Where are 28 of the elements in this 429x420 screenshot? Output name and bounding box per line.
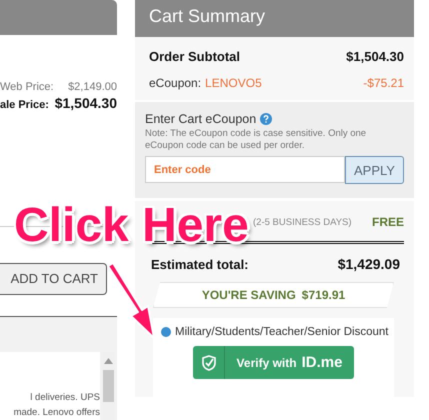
shipping-label: (2-5 BUSINESS DAYS)	[253, 216, 352, 228]
coupon-field[interactable]: Enter code	[145, 156, 345, 183]
coupon-note: Note: The eCoupon code is case sensitive. Only one eCoupon code can be used per order.	[145, 128, 368, 152]
total-label: Estimated total:	[151, 257, 249, 272]
price-value: $1,504.30	[54, 94, 117, 111]
price-value: $2,149.00	[68, 80, 117, 93]
discount-value: -$75.21	[363, 76, 404, 90]
ecoupon-code: LENOVO5	[205, 76, 263, 90]
shield-check-icon	[202, 354, 216, 370]
add-to-cart-button[interactable]: ADD TO CART	[0, 262, 107, 295]
radio-button[interactable]	[161, 327, 171, 337]
panel-title: Cart Summary	[135, 0, 414, 37]
notice-text: made. Lenovo offers	[14, 406, 100, 420]
shipping-value: FREE	[372, 215, 404, 229]
subtotal-label: Order Subtotal	[149, 49, 240, 64]
price-label: ale Price:	[0, 98, 49, 111]
apply-button[interactable]: APPLY	[345, 156, 404, 184]
notice-text: l deliveries. UPS	[30, 391, 100, 405]
discount-label[interactable]: Military/Students/Teacher/Senior Discount	[175, 326, 388, 338]
help-icon[interactable]	[260, 113, 272, 125]
subtotal-value: $1,504.30	[346, 49, 404, 64]
click-here-annotation: Click Here	[14, 198, 249, 253]
savings-banner: YOU'RE SAVING $719.91	[153, 282, 394, 308]
scroll-up-icon[interactable]	[104, 358, 113, 364]
coupon-title: Enter Cart eCoupon	[145, 112, 256, 126]
price-label: Web Price:	[0, 80, 54, 93]
ecoupon-label: eCoupon:	[149, 76, 202, 90]
total-value: $1,429.09	[338, 256, 400, 272]
